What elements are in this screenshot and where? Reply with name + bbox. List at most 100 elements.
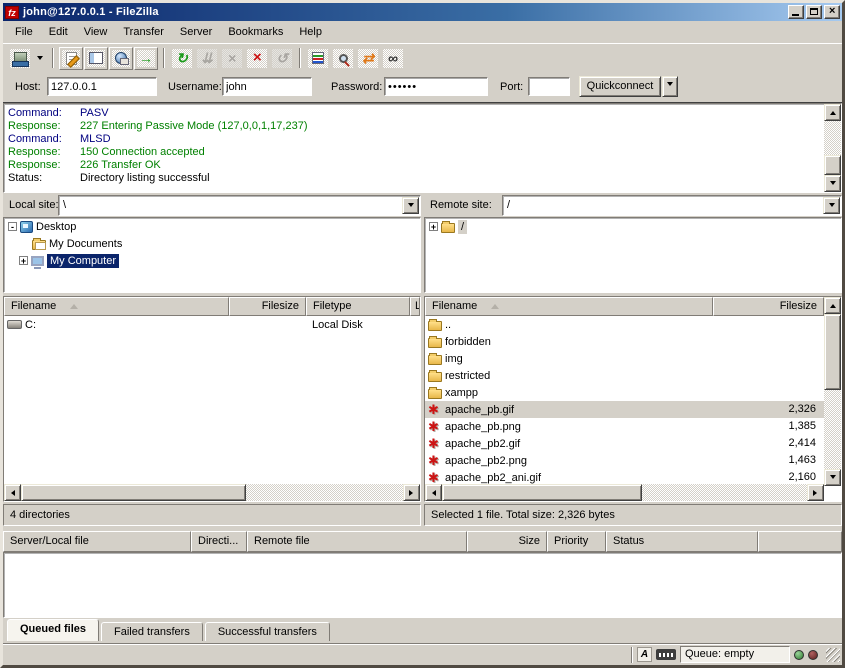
remote-site-combo[interactable]: / xyxy=(502,195,842,216)
folder-icon xyxy=(428,389,442,399)
username-input[interactable] xyxy=(222,77,312,96)
menu-view[interactable]: View xyxy=(76,23,116,41)
scrollbar-thumb[interactable] xyxy=(824,155,841,175)
collapse-icon[interactable] xyxy=(8,222,17,231)
column-remote-file[interactable]: Remote file xyxy=(247,531,467,552)
column-filesize[interactable]: Filesize xyxy=(713,297,824,316)
local-site-label: Local site: xyxy=(9,199,59,211)
dir-row[interactable]: xampp xyxy=(425,384,824,401)
close-button[interactable]: × xyxy=(824,5,840,19)
port-input[interactable] xyxy=(528,77,570,96)
minimize-button[interactable] xyxy=(788,5,804,19)
column-status[interactable]: Status xyxy=(606,531,758,552)
binoculars-icon: ∞ xyxy=(388,51,398,65)
folder-icon xyxy=(428,338,442,348)
scrollbar-thumb[interactable] xyxy=(21,484,246,501)
toggle-local-tree-button[interactable] xyxy=(84,47,108,70)
tree-item-my-computer[interactable]: My Computer xyxy=(4,252,420,269)
quickconnect-dropdown[interactable] xyxy=(662,76,678,97)
scrollbar-thumb[interactable] xyxy=(442,484,642,501)
find-files-button[interactable]: ∞ xyxy=(381,47,405,70)
scroll-down-button[interactable] xyxy=(824,175,841,192)
scroll-right-button[interactable] xyxy=(807,484,824,501)
dir-row[interactable]: restricted xyxy=(425,367,824,384)
column-server-local-file[interactable]: Server/Local file xyxy=(3,531,191,552)
menu-bookmarks[interactable]: Bookmarks xyxy=(220,23,291,41)
column-direction[interactable]: Directi... xyxy=(191,531,247,552)
file-row[interactable]: ✱apache_pb2.png1,463 xyxy=(425,452,824,469)
scroll-left-button[interactable] xyxy=(4,484,21,501)
maximize-button[interactable] xyxy=(806,5,822,19)
resize-grip[interactable] xyxy=(826,648,840,662)
titlebar[interactable]: fz john@127.0.0.1 - FileZilla × xyxy=(3,3,842,21)
directory-comparison-button[interactable] xyxy=(331,47,355,70)
file-row[interactable]: ✱apache_pb.png1,385 xyxy=(425,418,824,435)
password-input[interactable] xyxy=(384,77,488,96)
local-hscrollbar[interactable] xyxy=(4,484,420,501)
disconnect-button[interactable]: × xyxy=(245,47,269,70)
menu-edit[interactable]: Edit xyxy=(41,23,76,41)
column-filename[interactable]: Filename xyxy=(425,297,713,316)
column-filesize[interactable]: Filesize xyxy=(229,297,306,316)
local-tree[interactable]: Desktop My Documents My Computer xyxy=(3,217,421,293)
filezilla-window: fz john@127.0.0.1 - FileZilla × File Edi… xyxy=(0,0,845,668)
tree-item-root[interactable]: / xyxy=(425,218,841,235)
scrollbar-thumb[interactable] xyxy=(824,314,841,390)
local-file-list[interactable]: Filename Filesize Filetype L C: Local Di… xyxy=(3,296,421,502)
tab-failed-transfers[interactable]: Failed transfers xyxy=(101,622,203,641)
remote-tree[interactable]: / xyxy=(424,217,842,293)
scroll-up-button[interactable] xyxy=(824,104,841,121)
site-manager-button[interactable] xyxy=(8,47,32,70)
process-queue-button[interactable]: ⇊ xyxy=(195,47,219,70)
cancel-operation-button[interactable]: × xyxy=(220,47,244,70)
scroll-up-button[interactable] xyxy=(824,297,841,314)
queue-list[interactable] xyxy=(3,552,842,618)
dir-row[interactable]: forbidden xyxy=(425,333,824,350)
file-row-c-drive[interactable]: C: Local Disk xyxy=(4,316,420,333)
dir-row[interactable]: img xyxy=(425,350,824,367)
remote-file-list[interactable]: Filename Filesize .. forbidden img restr… xyxy=(424,296,842,502)
column-priority[interactable]: Priority xyxy=(547,531,606,552)
scroll-right-button[interactable] xyxy=(403,484,420,501)
synchronized-browsing-button[interactable]: ⇄ xyxy=(356,47,380,70)
column-size[interactable]: Size xyxy=(467,531,547,552)
menu-transfer[interactable]: Transfer xyxy=(115,23,172,41)
toggle-queue-button[interactable]: → xyxy=(134,47,158,70)
column-filename[interactable]: Filename xyxy=(4,297,229,316)
file-row[interactable]: ✱apache_pb2_ani.gif2,160 xyxy=(425,469,824,484)
menu-file[interactable]: File xyxy=(7,23,41,41)
speed-limits-icon[interactable] xyxy=(656,649,676,660)
expand-icon[interactable] xyxy=(429,222,438,231)
host-input[interactable] xyxy=(47,77,157,96)
tab-successful-transfers[interactable]: Successful transfers xyxy=(205,622,330,641)
scroll-left-button[interactable] xyxy=(425,484,442,501)
column-filetype[interactable]: Filetype xyxy=(306,297,410,316)
dir-row[interactable]: .. xyxy=(425,316,824,333)
arrow-right-icon xyxy=(409,490,416,496)
refresh-button[interactable]: ↻ xyxy=(170,47,194,70)
menu-server[interactable]: Server xyxy=(172,23,220,41)
tree-item-desktop[interactable]: Desktop xyxy=(4,218,420,235)
filter-button[interactable] xyxy=(306,47,330,70)
remote-vscrollbar[interactable] xyxy=(824,297,841,486)
site-manager-dropdown[interactable] xyxy=(33,47,47,70)
quickconnect-button[interactable]: Quickconnect xyxy=(579,76,661,97)
toggle-remote-tree-button[interactable] xyxy=(109,47,133,70)
reconnect-button[interactable]: ↺ xyxy=(270,47,294,70)
remote-site-dropdown[interactable] xyxy=(823,197,840,214)
log-scrollbar[interactable] xyxy=(824,104,841,192)
tab-queued-files[interactable]: Queued files xyxy=(7,619,99,641)
file-row-selected[interactable]: ✱apache_pb.gif2,326 xyxy=(425,401,824,418)
scroll-down-button[interactable] xyxy=(824,469,841,486)
column-last-modified[interactable]: L xyxy=(410,297,420,316)
message-log[interactable]: Command:PASV Response:227 Entering Passi… xyxy=(3,103,842,193)
local-site-combo[interactable]: \ xyxy=(58,195,421,216)
remote-hscrollbar[interactable] xyxy=(425,484,824,501)
toggle-message-log-button[interactable] xyxy=(59,47,83,70)
expand-icon[interactable] xyxy=(19,256,28,265)
local-site-dropdown[interactable] xyxy=(402,197,419,214)
menu-help[interactable]: Help xyxy=(291,23,330,41)
tree-item-my-documents[interactable]: My Documents xyxy=(4,235,420,252)
transfer-type-icon[interactable]: A xyxy=(637,647,652,662)
file-row[interactable]: ✱apache_pb2.gif2,414 xyxy=(425,435,824,452)
